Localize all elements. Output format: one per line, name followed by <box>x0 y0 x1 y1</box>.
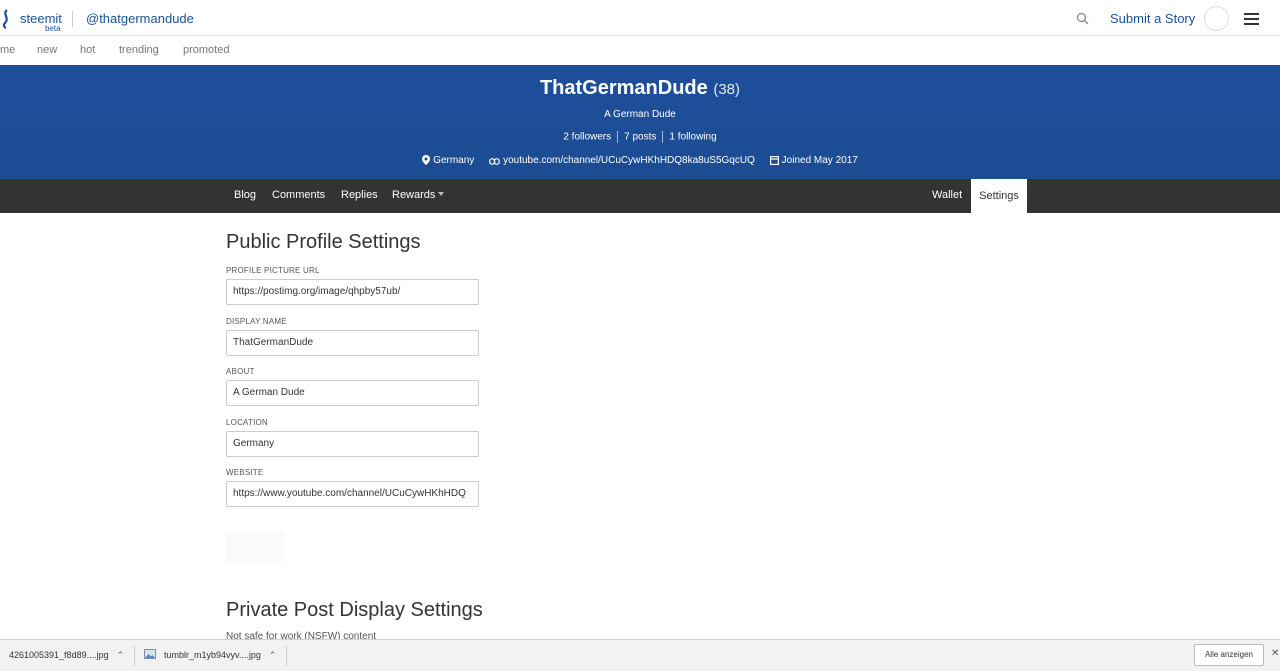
posts-count: 7 posts <box>624 131 657 143</box>
top-header: steemit beta @thatgermandude Submit a St… <box>0 0 1280 36</box>
profile-stats: 2 followers 7 posts 1 following <box>0 131 1280 143</box>
user-avatar[interactable] <box>1204 6 1229 31</box>
update-button[interactable] <box>226 532 284 562</box>
download-divider <box>134 646 135 666</box>
calendar-icon <box>769 156 779 166</box>
chevron-up-icon[interactable]: ⌃ <box>269 650 277 660</box>
profile-tabs-bar: Blog Comments Replies Rewards Wallet Set… <box>0 179 1280 213</box>
subnav-item-new[interactable]: new <box>37 44 57 56</box>
about-input[interactable]: A German Dude <box>226 380 479 406</box>
tab-settings[interactable]: Settings <box>971 179 1027 213</box>
profile-meta: Germany youtube.com/channel/UCuCywHKhHDQ… <box>0 155 1280 166</box>
download-divider <box>286 646 287 666</box>
subnav-item-home[interactable]: me <box>0 44 15 56</box>
downloads-bar: 4261005391_f8d89....jpg ⌃ tumblr_m1yb94vy… <box>0 639 1280 671</box>
chevron-up-icon[interactable]: ⌃ <box>117 650 125 660</box>
profile-about: A German Dude <box>604 109 676 120</box>
followers-link[interactable]: 2 followers <box>563 132 611 143</box>
tab-blog[interactable]: Blog <box>234 189 256 201</box>
brand-beta-tag: beta <box>45 24 61 33</box>
following-link[interactable]: 1 following <box>669 132 716 143</box>
tab-wallet[interactable]: Wallet <box>932 189 962 201</box>
steemit-logo-icon[interactable] <box>0 9 12 29</box>
reputation-score: (38) <box>713 81 741 98</box>
profile-title: ThatGermanDude (38) <box>0 77 1280 100</box>
chevron-down-icon <box>438 192 445 196</box>
private-settings-title: Private Post Display Settings <box>226 599 483 621</box>
download-filename: tumblr_m1yb94vyv....jpg <box>164 650 261 660</box>
hamburger-menu-icon[interactable] <box>1244 13 1259 25</box>
subnav-item-trending[interactable]: trending <box>119 44 159 56</box>
location-label: LOCATION <box>226 418 268 427</box>
close-icon[interactable]: ✕ <box>1271 648 1279 659</box>
joined-date: Joined May 2017 <box>781 155 858 166</box>
submit-story-link[interactable]: Submit a Story <box>1110 11 1195 26</box>
stats-divider <box>662 131 664 143</box>
about-label: ABOUT <box>226 367 255 376</box>
display-name-input[interactable]: ThatGermanDude <box>226 330 479 356</box>
download-filename: 4261005391_f8d89....jpg <box>9 650 109 660</box>
location-text: Germany <box>433 155 475 166</box>
tab-replies[interactable]: Replies <box>341 189 378 201</box>
website-input[interactable]: https://www.youtube.com/channel/UCuCywHK… <box>226 481 479 507</box>
header-divider <box>72 11 73 27</box>
location-item: Germany <box>422 155 477 166</box>
display-name-label: DISPLAY NAME <box>226 317 287 326</box>
feed-subnav: me new hot trending promoted <box>0 37 1280 65</box>
tab-rewards-label: Rewards <box>392 189 436 201</box>
public-settings-title: Public Profile Settings <box>226 231 421 253</box>
profile-banner: ThatGermanDude (38) A German Dude 2 foll… <box>0 65 1280 179</box>
image-file-icon <box>144 649 156 659</box>
profile-picture-url-input[interactable]: https://postimg.org/image/qhpby57ub/ <box>226 279 479 305</box>
download-item[interactable]: 4261005391_f8d89....jpg ⌃ <box>9 640 124 671</box>
link-icon <box>489 158 500 165</box>
profile-name: ThatGermanDude <box>539 77 708 99</box>
search-icon[interactable] <box>1076 12 1089 25</box>
website-item: youtube.com/channel/UCuCywHKhHDQ8ka8uS5G… <box>489 155 758 166</box>
website-link[interactable]: youtube.com/channel/UCuCywHKhHDQ8ka8uS5G… <box>503 155 755 166</box>
location-input[interactable]: Germany <box>226 431 479 457</box>
profile-picture-label: PROFILE PICTURE URL <box>226 266 320 275</box>
subnav-item-promoted[interactable]: promoted <box>183 44 229 56</box>
joined-item: Joined May 2017 <box>769 155 858 166</box>
download-item[interactable]: tumblr_m1yb94vyv....jpg ⌃ <box>144 640 276 671</box>
tab-rewards[interactable]: Rewards <box>392 189 445 201</box>
subnav-item-hot[interactable]: hot <box>80 44 95 56</box>
stats-divider <box>617 131 619 143</box>
location-pin-icon <box>422 155 431 165</box>
show-all-downloads-button[interactable]: Alle anzeigen <box>1194 644 1264 666</box>
website-label: WEBSITE <box>226 468 264 477</box>
tab-comments[interactable]: Comments <box>272 189 325 201</box>
header-username-link[interactable]: @thatgermandude <box>86 11 194 26</box>
